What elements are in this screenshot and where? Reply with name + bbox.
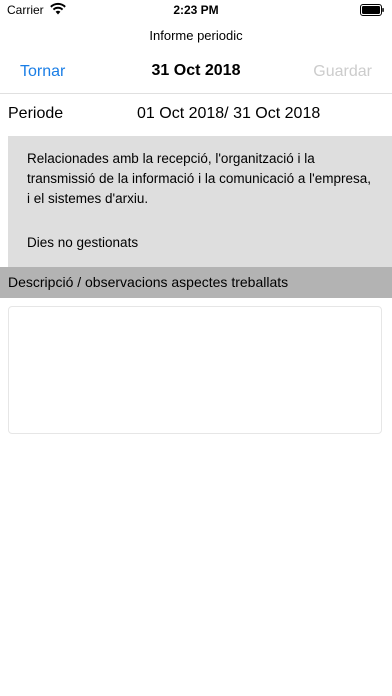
screen: Carrier 2:23 PM Informe periodic Tornar … (0, 0, 392, 696)
navigation-bar: Tornar 31 Oct 2018 Guardar (0, 56, 392, 92)
battery-icon (360, 4, 384, 16)
observations-textarea[interactable] (8, 306, 382, 434)
nav-subtitle: Informe periodic (149, 28, 243, 43)
period-value: 01 Oct 2018/ 31 Oct 2018 (137, 105, 321, 122)
status-bar: Carrier 2:23 PM (0, 0, 392, 22)
info-block: Relacionades amb la recepció, l'organitz… (8, 136, 392, 267)
save-button[interactable]: Guardar (313, 63, 372, 81)
observations-header-label: Descripció / observacions aspectes treba… (8, 274, 289, 290)
period-label: Periode (8, 105, 64, 122)
period-row: Periode 01 Oct 2018/ 31 Oct 2018 (0, 94, 392, 136)
info-description: Relacionades amb la recepció, l'organitz… (27, 151, 371, 206)
status-time: 2:23 PM (173, 3, 219, 17)
observations-section-header: Descripció / observacions aspectes treba… (0, 267, 392, 298)
unmanaged-days-label: Dies no gestionats (27, 235, 139, 250)
